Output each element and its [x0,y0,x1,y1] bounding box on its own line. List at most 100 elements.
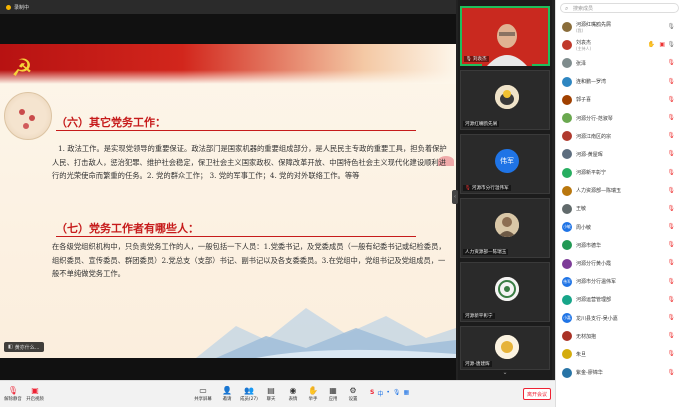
apps-icon: ▦ [329,386,337,395]
participant-row[interactable]: 河源-黄屋晖 🎙 [556,145,682,163]
mic-muted-icon[interactable]: 🎙 [667,114,675,121]
participant-row[interactable]: 河源分行-范淑琴 🎙 [556,109,682,127]
leave-meeting-button[interactable]: 离开会议 [523,388,551,400]
participant-row[interactable]: 小嘉 龙川县支行-吴小嘉 🎙 [556,309,682,327]
participant-row[interactable]: 河源市德华 🎙 [556,236,682,254]
participant-row[interactable]: 紫金-廖锦华 🎙 [556,364,682,382]
slide: ☭ （六）其它党务工作： 1. 政法工作。是实现党领导的重要保证。政法部门是国家… [0,44,456,358]
mic-muted-icon[interactable]: 🎙 [667,150,675,157]
video-tile[interactable]: 伟军 🎙 河源市分行温伟军 [460,134,550,194]
participant-name: 河源分行黄小霞 [576,260,682,267]
mic-muted-icon[interactable]: 🎙 [667,259,675,266]
participant-search-input[interactable]: ⌕ 搜索成员 [560,3,679,13]
avatar [562,58,572,69]
recording-status: 录制中 [14,4,30,11]
mic-muted-icon[interactable]: 🎙 [667,187,675,194]
video-tile-host[interactable]: 🎙 刘袁杰 [460,6,550,66]
slide-banner [0,44,456,84]
participant-name-text: 郭子喜 [576,97,592,104]
participant-row[interactable]: 河源红嘴鸥先屑 (我) 🎙 [556,18,682,36]
mic-muted-icon[interactable]: 🎙 [667,205,675,212]
mic-on-icon[interactable]: 🎙 [667,23,675,30]
mic-muted-icon[interactable]: 🎙 [667,369,675,376]
participant-name-text: 张泽 [576,60,587,67]
video-tile[interactable]: 河源红嘴鸥先屑 [460,70,550,130]
mic-muted-icon[interactable]: 🎙 [667,314,675,321]
mic-muted-icon[interactable]: 🎙 [667,278,675,285]
mic-muted-icon[interactable]: 🎙 [667,78,675,85]
participant-row[interactable]: 河源运营管理部 🎙 [556,291,682,309]
mic-muted-icon[interactable]: 🎙 [667,296,675,303]
mic-muted-icon[interactable]: 🎙 [667,332,675,339]
avatar [562,331,572,342]
invite-button[interactable]: 👤 邀请 [216,385,238,405]
mic-muted-icon[interactable]: 🎙 [667,132,675,139]
mic-muted-icon[interactable]: 🎙 [667,59,675,66]
video-tile[interactable]: 河源新平彰宁 [460,262,550,322]
video-tile[interactable]: 河源-唐建辉 [460,326,550,370]
participant-row[interactable]: 小敏 周小敏 🎙 [556,218,682,236]
unmute-button[interactable]: 🎙 解除静音 [2,385,24,405]
mic-muted-icon: 🎙 [465,185,471,191]
tray-icon[interactable]: 中 [377,389,383,398]
video-tile[interactable]: 人力资源部—陈瑞玉 [460,198,550,258]
participant-row[interactable]: 河源新平彰宁 🎙 [556,164,682,182]
participant-row[interactable]: 河源江南区的宗 🎙 [556,127,682,145]
tray-icon[interactable]: • [386,389,390,398]
party-emblem-icon: ☭ [11,54,33,82]
mic-on-icon[interactable]: 🎙 [667,41,675,48]
participant-row[interactable]: 刘袁杰 (主持人) 🎙 ▣ ✋ [556,36,682,54]
chat-button[interactable]: ▤ 聊天 [260,385,282,405]
tray-mic-icon[interactable]: 🎙 [393,389,401,398]
avatar [562,294,572,305]
participant-role: (我) [576,27,584,33]
participant-row[interactable]: 伟军 河源市分行温伟军 🎙 [556,273,682,291]
input-method-icon[interactable]: S [370,389,374,398]
raise-hand-button[interactable]: ✋ 举手 [302,385,324,405]
hand-icon[interactable]: ✋ [648,41,655,48]
participant-name-text: 河源市德华 [576,242,602,249]
participant-row[interactable]: 张泽 🎙 [556,54,682,72]
camera-on-icon[interactable]: ▣ [659,41,665,48]
tile-label: 🎙 河源市分行温伟军 [463,185,511,191]
chevron-down-icon[interactable]: ⌄ [501,370,509,376]
participant-row[interactable]: 人力资源部—陈瑞玉 🎙 [556,182,682,200]
tray-keyboard-icon[interactable]: ▦ [404,389,410,398]
mic-muted-icon[interactable]: 🎙 [667,96,675,103]
participant-name: 河源新平彰宁 [576,169,682,176]
avatar [562,203,572,214]
participant-row[interactable]: 王敏 🎙 [556,200,682,218]
avatar [562,349,572,360]
participant-name-text: 连和鹏—罗湾 [576,79,607,86]
participant-row[interactable]: 无材加抱 🎙 [556,327,682,345]
participant-row[interactable]: 河源分行黄小霞 🎙 [556,254,682,272]
participant-row[interactable]: 郭子喜 🎙 [556,91,682,109]
share-screen-button[interactable]: ▭ 共享屏幕 [192,385,214,405]
settings-button[interactable]: ⚙ 设置 [342,385,364,405]
participant-name: 紫金-廖锦华 [576,369,682,376]
start-video-button[interactable]: ▣ 开启视频 [24,385,46,405]
apps-button[interactable]: ▦ 应用 [322,385,344,405]
participant-role: (主持人) [576,45,592,51]
avatar [495,335,519,359]
participant-name-text: 河源江南区的宗 [576,133,612,140]
mic-muted-icon[interactable]: 🎙 [667,169,675,176]
participant-name-text: 紫金-廖锦华 [576,370,603,377]
participant-name: 河源市德华 [576,242,682,249]
participant-name-text: 人力资源部—陈瑞玉 [576,188,622,195]
speaking-name: 黄亦什么... [14,344,40,351]
members-button[interactable]: 👥 成员(27) [238,385,260,405]
screen-share-icon: ▭ [199,386,207,395]
mic-muted-icon[interactable]: 🎙 [667,241,675,248]
participant-row[interactable]: 朱旦 🎙 [556,345,682,363]
slide-paragraph-1: 1. 政法工作。是实现党领导的重要保证。政法部门是国家机器的重要组成部分，是人民… [52,144,447,181]
mic-muted-icon[interactable]: 🎙 [667,223,675,230]
tile-label: 河源新平彰宁 [463,313,495,319]
mic-muted-icon[interactable]: 🎙 [667,350,675,357]
participant-row[interactable]: 连和鹏—罗湾 🎙 [556,73,682,91]
participant-name: 河源分行-范淑琴 [576,115,682,122]
participant-name-text: 朱旦 [576,351,587,358]
mic-muted-icon: 🎙 [7,386,19,395]
avatar [562,113,572,124]
emoji-button[interactable]: ◉ 表情 [282,385,304,405]
